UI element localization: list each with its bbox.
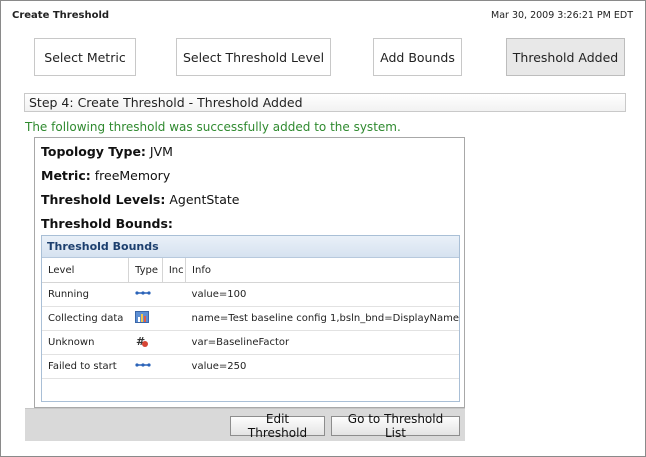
metric-row: Metric: freeMemory (41, 168, 170, 183)
cell-type: # (128, 330, 163, 355)
table-header-row: Level Type Inc Info (42, 258, 459, 283)
cell-type (128, 282, 163, 307)
threshold-levels-value: AgentState (169, 192, 240, 207)
window-frame: Create Threshold Mar 30, 2009 3:26:21 PM… (0, 0, 646, 457)
threshold-details-panel: Topology Type: JVM Metric: freeMemory Th… (34, 137, 465, 408)
cell-level: Failed to start (42, 354, 129, 379)
threshold-bounds-grid: Threshold Bounds Level Type Inc Info Run… (41, 235, 460, 402)
metric-label: Metric: (41, 168, 91, 183)
factor-hash-icon: # (136, 335, 148, 348)
cell-level: Collecting data (42, 306, 129, 331)
range-bound-icon (134, 363, 151, 367)
table-row[interactable]: Failed to start value=250 (42, 354, 459, 379)
table-row[interactable]: Running value=100 (42, 282, 459, 307)
step-threshold-added[interactable]: Threshold Added (506, 38, 625, 76)
threshold-levels-row: Threshold Levels: AgentState (41, 192, 239, 207)
success-message: The following threshold was successfully… (25, 120, 401, 134)
topology-type-row: Topology Type: JVM (41, 144, 173, 159)
topology-type-label: Topology Type: (41, 144, 146, 159)
page-title: Create Threshold (12, 10, 110, 21)
cell-inc (162, 354, 186, 379)
action-bar: Edit Threshold Go to Threshold List (25, 408, 465, 441)
metric-value: freeMemory (94, 168, 171, 183)
table-row[interactable]: Unknown # var=BaselineFactor (42, 330, 459, 355)
cell-info: value=250 (185, 354, 459, 379)
edit-threshold-button[interactable]: Edit Threshold (230, 412, 325, 440)
column-header-level[interactable]: Level (42, 258, 130, 283)
step-header-label: Step 4: Create Threshold - Threshold Add… (29, 95, 303, 110)
topology-type-value: JVM (149, 144, 173, 159)
column-header-inc[interactable]: Inc (162, 258, 187, 283)
wizard-steps: Select Metric Select Threshold Level Add… (1, 38, 646, 78)
cell-inc (162, 282, 186, 307)
step-select-metric[interactable]: Select Metric (34, 38, 136, 76)
threshold-bounds-label: Threshold Bounds: (41, 216, 173, 231)
cell-inc (162, 330, 186, 355)
cell-level: Unknown (42, 330, 129, 355)
cell-type (128, 306, 163, 331)
range-bound-icon (134, 291, 151, 295)
threshold-bounds-row: Threshold Bounds: (41, 216, 173, 231)
column-header-type[interactable]: Type (128, 258, 163, 283)
go-to-threshold-list-button[interactable]: Go to Threshold List (331, 412, 460, 440)
step-add-bounds[interactable]: Add Bounds (373, 38, 462, 76)
baseline-chart-icon (134, 310, 149, 323)
cell-level: Running (42, 282, 129, 307)
step-select-threshold-level[interactable]: Select Threshold Level (176, 38, 331, 76)
cell-info: name=Test baseline config 1,bsln_bnd=Dis… (185, 306, 459, 331)
bounds-table: Level Type Inc Info Running value=100 Co… (42, 258, 459, 379)
column-header-info[interactable]: Info (185, 258, 459, 283)
cell-info: value=100 (185, 282, 459, 307)
table-row[interactable]: Collecting data name=Test baseline confi… (42, 306, 459, 331)
cell-info: var=BaselineFactor (185, 330, 459, 355)
step-header-bar: Step 4: Create Threshold - Threshold Add… (24, 93, 626, 112)
threshold-levels-label: Threshold Levels: (41, 192, 166, 207)
cell-type (128, 354, 163, 379)
timestamp: Mar 30, 2009 3:26:21 PM EDT (491, 10, 633, 21)
grid-title: Threshold Bounds (42, 236, 459, 258)
cell-inc (162, 306, 186, 331)
